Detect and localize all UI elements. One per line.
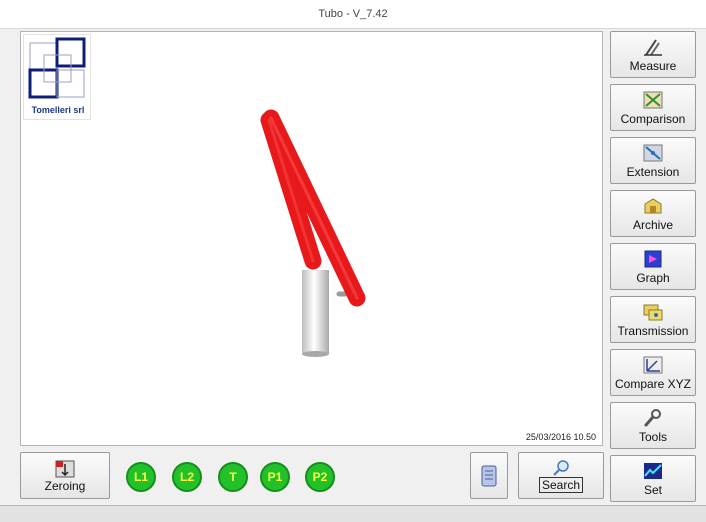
measure-button[interactable]: Measure bbox=[610, 31, 696, 78]
extension-label: Extension bbox=[626, 164, 680, 179]
document-icon bbox=[481, 465, 497, 486]
comparison-icon bbox=[643, 91, 663, 108]
tools-label: Tools bbox=[638, 429, 667, 444]
point-button-l2[interactable]: L2 bbox=[172, 462, 202, 492]
point-button-t[interactable]: T bbox=[218, 462, 248, 492]
archive-button[interactable]: Archive bbox=[610, 190, 696, 237]
tube-model bbox=[260, 109, 366, 357]
search-label: Search bbox=[538, 476, 584, 493]
point-button-p1[interactable]: P1 bbox=[260, 462, 290, 492]
set-button[interactable]: Set bbox=[610, 455, 696, 502]
3d-viewport[interactable]: Tomelleri srl 25/03/2016 10.50 bbox=[20, 31, 603, 446]
archive-label: Archive bbox=[632, 217, 673, 232]
set-label: Set bbox=[643, 482, 662, 497]
measure-label: Measure bbox=[629, 58, 677, 73]
zeroing-button[interactable]: Zeroing bbox=[20, 452, 110, 499]
extension-icon bbox=[643, 144, 663, 161]
zeroing-label: Zeroing bbox=[44, 478, 86, 493]
point-button-p2[interactable]: P2 bbox=[305, 462, 335, 492]
comparison-button[interactable]: Comparison bbox=[610, 84, 696, 131]
support-cylinder bbox=[302, 270, 329, 354]
notes-button[interactable] bbox=[470, 452, 508, 499]
point-button-l1[interactable]: L1 bbox=[126, 462, 156, 492]
compare-xyz-button[interactable]: Compare XYZ bbox=[610, 349, 696, 396]
graph-button[interactable]: Graph bbox=[610, 243, 696, 290]
search-icon bbox=[553, 459, 569, 476]
search-button[interactable]: Search bbox=[518, 452, 604, 499]
comparison-label: Comparison bbox=[620, 111, 686, 126]
archive-icon bbox=[644, 197, 662, 213]
extension-button[interactable]: Extension bbox=[610, 137, 696, 184]
compare-xyz-icon bbox=[643, 356, 663, 373]
transmission-icon bbox=[643, 304, 663, 320]
measure-icon bbox=[644, 38, 662, 56]
timestamp: 25/03/2016 10.50 bbox=[525, 432, 596, 442]
graph-icon bbox=[644, 250, 662, 267]
compare-xyz-label: Compare XYZ bbox=[614, 376, 692, 391]
transmission-label: Transmission bbox=[617, 323, 689, 338]
graph-label: Graph bbox=[636, 270, 670, 285]
tools-button[interactable]: Tools bbox=[610, 402, 696, 449]
zeroing-icon bbox=[55, 460, 75, 477]
status-bar bbox=[0, 505, 706, 522]
window-title: Tubo - V_7.42 bbox=[0, 0, 706, 29]
wrench-icon bbox=[644, 408, 661, 426]
set-icon bbox=[644, 462, 662, 479]
transmission-button[interactable]: Transmission bbox=[610, 296, 696, 343]
